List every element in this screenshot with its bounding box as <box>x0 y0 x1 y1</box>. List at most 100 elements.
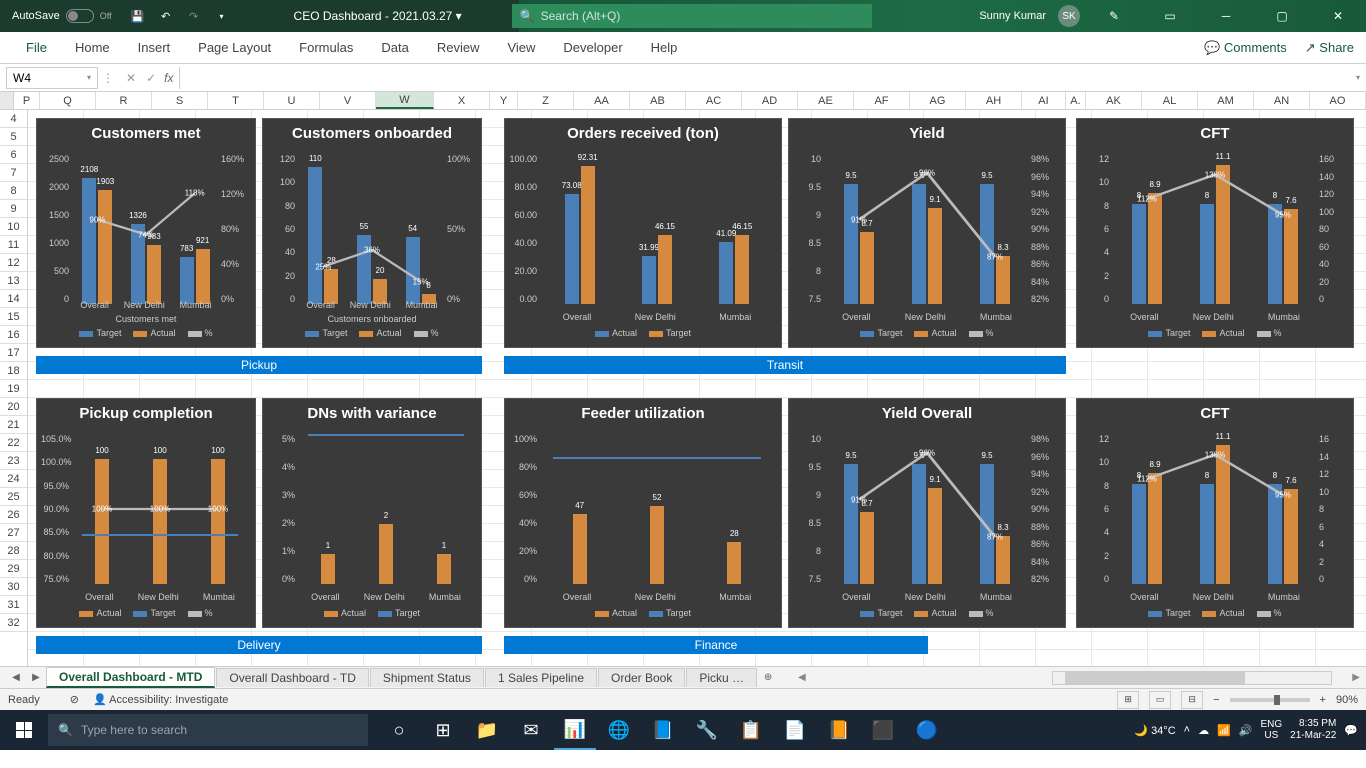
tab-data[interactable]: Data <box>367 32 422 64</box>
taskbar-search[interactable]: 🔍 Type here to search <box>48 714 368 746</box>
row-header[interactable]: 25 <box>0 488 27 506</box>
column-header[interactable]: P <box>14 92 40 109</box>
chart-c2[interactable]: Customers onboarded120100806040200100%50… <box>262 118 482 348</box>
chart-c7[interactable]: DNs with variance5%4%3%2%1%0%121OverallN… <box>262 398 482 628</box>
word-icon[interactable]: 📄 <box>774 710 816 750</box>
sheet-tab[interactable]: 1 Sales Pipeline <box>485 668 597 687</box>
column-header[interactable]: AF <box>854 92 910 109</box>
filename[interactable]: CEO Dashboard - 2021.03.27 ▾ <box>294 9 462 23</box>
zoom-slider[interactable] <box>1230 698 1310 702</box>
notifications-icon[interactable]: 💬 <box>1344 724 1358 737</box>
new-sheet-icon[interactable]: ⊕ <box>758 672 778 683</box>
column-header[interactable]: Q <box>40 92 96 109</box>
row-header[interactable]: 19 <box>0 380 27 398</box>
mail-icon[interactable]: ✉ <box>510 710 552 750</box>
chart-c4[interactable]: Yield109.598.587.598%96%94%92%90%88%86%8… <box>788 118 1066 348</box>
column-header[interactable]: A. <box>1066 92 1086 109</box>
horizontal-scrollbar[interactable] <box>1052 671 1332 685</box>
column-header[interactable]: W <box>376 92 434 109</box>
sheet-tab[interactable]: Shipment Status <box>370 668 484 687</box>
tray-chevron-icon[interactable]: ˄ <box>1184 724 1190 736</box>
accessibility-status[interactable]: 👤 Accessibility: Investigate <box>93 693 228 706</box>
sheet-nav-next[interactable]: ▶ <box>26 672 46 683</box>
column-header[interactable]: V <box>320 92 376 109</box>
maximize-icon[interactable]: ▢ <box>1260 0 1304 32</box>
onedrive-icon[interactable]: ☁ <box>1198 724 1209 737</box>
explorer-icon[interactable]: 📁 <box>466 710 508 750</box>
view-normal-icon[interactable]: ⊞ <box>1117 691 1139 709</box>
zoom-in-icon[interactable]: + <box>1320 694 1326 706</box>
column-header[interactable]: AA <box>574 92 630 109</box>
chart-c6[interactable]: Pickup completion105.0%100.0%95.0%90.0%8… <box>36 398 256 628</box>
row-header[interactable]: 20 <box>0 398 27 416</box>
tab-home[interactable]: Home <box>61 32 124 64</box>
row-header[interactable]: 28 <box>0 542 27 560</box>
row-header[interactable]: 9 <box>0 200 27 218</box>
row-header[interactable]: 16 <box>0 326 27 344</box>
user-name[interactable]: Sunny Kumar <box>979 10 1046 22</box>
column-header[interactable]: T <box>208 92 264 109</box>
excel-icon[interactable]: 📊 <box>554 710 596 750</box>
weather-widget[interactable]: 🌙 34°C <box>1134 724 1175 737</box>
tab-help[interactable]: Help <box>637 32 692 64</box>
name-box[interactable]: W4▾ <box>6 67 98 89</box>
tab-developer[interactable]: Developer <box>549 32 636 64</box>
row-header[interactable]: 27 <box>0 524 27 542</box>
start-button[interactable] <box>0 710 48 750</box>
enter-icon[interactable]: ✓ <box>146 71 156 85</box>
row-header[interactable]: 7 <box>0 164 27 182</box>
column-header[interactable]: AO <box>1310 92 1366 109</box>
chart-c3[interactable]: Orders received (ton)100.0080.0060.0040.… <box>504 118 782 348</box>
chrome-icon[interactable]: 🌐 <box>598 710 640 750</box>
tab-formulas[interactable]: Formulas <box>285 32 367 64</box>
row-header[interactable]: 5 <box>0 128 27 146</box>
view-pagebreak-icon[interactable]: ⊟ <box>1181 691 1203 709</box>
sheet-tab-active[interactable]: Overall Dashboard - MTD <box>46 667 215 688</box>
terminal-icon[interactable]: ⬛ <box>862 710 904 750</box>
edge-icon[interactable]: 🔵 <box>906 710 948 750</box>
volume-icon[interactable]: 🔊 <box>1239 724 1253 737</box>
avatar[interactable]: SK <box>1058 5 1080 27</box>
column-header[interactable]: U <box>264 92 320 109</box>
column-header[interactable]: AI <box>1022 92 1066 109</box>
sheet-nav-prev[interactable]: ◀ <box>6 672 26 683</box>
taskview-icon[interactable]: ⊞ <box>422 710 464 750</box>
minimize-icon[interactable]: ─ <box>1204 0 1248 32</box>
undo-icon[interactable]: ↶ <box>154 4 178 28</box>
row-header[interactable]: 23 <box>0 452 27 470</box>
column-header[interactable]: AC <box>686 92 742 109</box>
row-header[interactable]: 22 <box>0 434 27 452</box>
clock[interactable]: 8:35 PM21-Mar-22 <box>1290 718 1336 742</box>
ribbon-mode-icon[interactable]: ▭ <box>1148 0 1192 32</box>
row-header[interactable]: 18 <box>0 362 27 380</box>
app-icon[interactable]: 📋 <box>730 710 772 750</box>
column-header[interactable]: R <box>96 92 152 109</box>
chart-c1[interactable]: Customers met25002000150010005000160%120… <box>36 118 256 348</box>
row-header[interactable]: 13 <box>0 272 27 290</box>
column-header[interactable]: AE <box>798 92 854 109</box>
tab-view[interactable]: View <box>493 32 549 64</box>
row-header[interactable]: 4 <box>0 110 27 128</box>
expand-formula-icon[interactable]: ▾ <box>1350 73 1366 82</box>
pen-icon[interactable]: ✎ <box>1092 0 1136 32</box>
row-header[interactable]: 12 <box>0 254 27 272</box>
row-header[interactable]: 15 <box>0 308 27 326</box>
app-icon[interactable]: 🔧 <box>686 710 728 750</box>
row-header[interactable]: 6 <box>0 146 27 164</box>
column-header[interactable]: AM <box>1198 92 1254 109</box>
tab-review[interactable]: Review <box>423 32 494 64</box>
column-header[interactable]: AN <box>1254 92 1310 109</box>
row-header[interactable]: 11 <box>0 236 27 254</box>
row-header[interactable]: 8 <box>0 182 27 200</box>
column-header[interactable]: Z <box>518 92 574 109</box>
row-header[interactable]: 31 <box>0 596 27 614</box>
redo-icon[interactable]: ↷ <box>182 4 206 28</box>
row-header[interactable]: 30 <box>0 578 27 596</box>
sheet-tab[interactable]: Order Book <box>598 668 685 687</box>
view-pagelayout-icon[interactable]: ▭ <box>1149 691 1171 709</box>
column-header[interactable]: AK <box>1086 92 1142 109</box>
chart-c8[interactable]: Feeder utilization100%80%60%40%20%0%4752… <box>504 398 782 628</box>
search-box[interactable]: 🔍 Search (Alt+Q) <box>512 4 872 28</box>
chart-c10[interactable]: CFT121086420161412108642088.9811.187.611… <box>1076 398 1354 628</box>
comments-button[interactable]: 💬 Comments <box>1204 40 1287 56</box>
